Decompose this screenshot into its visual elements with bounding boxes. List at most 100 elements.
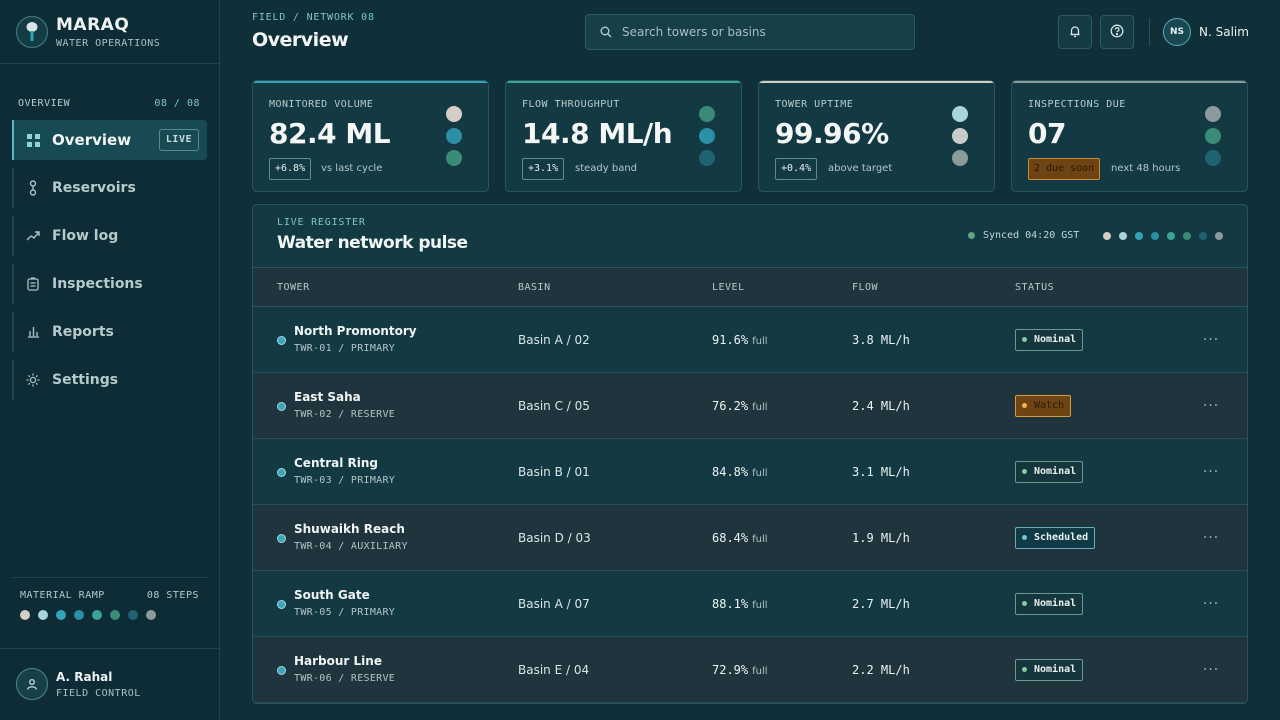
level-unit: full	[752, 534, 768, 545]
breadcrumb: FIELD / NETWORK 08	[252, 12, 375, 23]
flow-cell: 2.7 ML/h	[852, 597, 910, 611]
column-header-basin[interactable]: BASIN	[518, 282, 551, 293]
kpi-dot	[446, 106, 462, 122]
kpi-dot	[1205, 150, 1221, 166]
flow-cell: 2.4 ML/h	[852, 399, 910, 413]
row-more-button[interactable]: ···	[1199, 328, 1223, 352]
kpi-dot	[446, 128, 462, 144]
level-value: 88.1%	[712, 597, 749, 611]
kpi-dot	[952, 150, 968, 166]
row-more-button[interactable]: ···	[1199, 592, 1223, 616]
row-more-button[interactable]: ···	[1199, 394, 1223, 418]
color-swatch	[146, 610, 156, 620]
kpi-dots	[1205, 106, 1221, 166]
kpi-accent-line	[506, 81, 741, 83]
material-ramp-label: MATERIAL RAMP	[20, 590, 105, 601]
table-row[interactable]: East Saha TWR-02 / RESERVE Basin C / 05 …	[253, 373, 1247, 439]
column-header-status[interactable]: STATUS	[1015, 282, 1054, 293]
table-row[interactable]: Shuwaikh Reach TWR-04 / AUXILIARY Basin …	[253, 505, 1247, 571]
column-header-flow[interactable]: FLOW	[852, 282, 878, 293]
sidebar-item-label: Overview	[52, 131, 132, 149]
kpi-accent-line	[759, 81, 994, 83]
kpi-dots	[699, 106, 715, 166]
sidebar-item-flow-log[interactable]: Flow log	[12, 216, 207, 256]
grid-icon	[26, 133, 40, 147]
tower-code: TWR-01 / PRIMARY	[294, 343, 396, 354]
kpi-card-inspections-due[interactable]: INSPECTIONS DUE 07 2 due soon next 48 ho…	[1011, 80, 1248, 192]
trend-icon	[26, 229, 40, 243]
kpi-card-tower-uptime[interactable]: TOWER UPTIME 99.96% +0.4% above target	[758, 80, 995, 192]
ramp-divider	[12, 577, 207, 578]
flow-cell: 1.9 ML/h	[852, 531, 910, 545]
more-horizontal-icon: ···	[1202, 398, 1220, 414]
table-row[interactable]: Central Ring TWR-03 / PRIMARY Basin B / …	[253, 439, 1247, 505]
sidebar-item-reservoirs[interactable]: Reservoirs	[12, 168, 207, 208]
level-value: 91.6%	[712, 333, 749, 347]
kpi-dot	[699, 150, 715, 166]
kpi-accent-line	[253, 81, 488, 83]
sidebar-item-settings[interactable]: Settings	[12, 360, 207, 400]
brand[interactable]: MARAQ WATER OPERATIONS	[16, 14, 160, 50]
sidebar-nav: Overview LIVE Reservoirs Flow log Inspec…	[12, 120, 207, 408]
live-badge: LIVE	[158, 129, 199, 151]
row-more-button[interactable]: ···	[1199, 658, 1223, 682]
tower-name: North Promontory	[294, 324, 417, 338]
row-more-button[interactable]: ···	[1199, 526, 1223, 550]
sidebar-divider	[0, 63, 219, 64]
sidebar-item-overview[interactable]: Overview LIVE	[12, 120, 207, 160]
clipboard-icon	[26, 277, 40, 291]
tower-name: Shuwaikh Reach	[294, 522, 405, 536]
kpi-card-flow-throughput[interactable]: FLOW THROUGHPUT 14.8 ML/h +3.1% steady b…	[505, 80, 742, 192]
column-header-tower[interactable]: TOWER	[277, 282, 310, 293]
sidebar-item-reports[interactable]: Reports	[12, 312, 207, 352]
notifications-button[interactable]	[1058, 15, 1092, 49]
sidebar-item-inspections[interactable]: Inspections	[12, 264, 207, 304]
user-avatar-icon	[16, 668, 48, 700]
table-row[interactable]: South Gate TWR-05 / PRIMARY Basin A / 07…	[253, 571, 1247, 637]
level-unit: full	[752, 468, 768, 479]
brand-name: MARAQ	[56, 14, 130, 35]
header-user-menu[interactable]: NS N. Salim	[1163, 18, 1249, 46]
kpi-value: 82.4 ML	[269, 117, 391, 150]
status-badge: Nominal	[1015, 461, 1084, 483]
search-input[interactable]	[622, 25, 902, 39]
more-horizontal-icon: ···	[1202, 530, 1220, 546]
color-swatch	[1103, 232, 1111, 240]
color-swatch	[1215, 232, 1223, 240]
tower-code: TWR-06 / RESERVE	[294, 673, 396, 684]
kpi-dot	[952, 106, 968, 122]
kpi-value: 99.96%	[775, 117, 889, 150]
status-badge: Nominal	[1015, 659, 1084, 681]
kpi-dot	[699, 106, 715, 122]
table-row[interactable]: North Promontory TWR-01 / PRIMARY Basin …	[253, 307, 1247, 373]
kpi-delta-badge: +3.1%	[522, 158, 565, 180]
level-cell: 91.6% full	[712, 333, 768, 347]
register-swatches	[1103, 232, 1223, 240]
color-swatch	[92, 610, 102, 620]
help-button[interactable]	[1100, 15, 1134, 49]
kpi-dots	[446, 106, 462, 166]
header-avatar: NS	[1163, 18, 1191, 46]
kpi-dots	[952, 106, 968, 166]
color-swatch	[38, 610, 48, 620]
level-unit: full	[752, 600, 768, 611]
row-more-button[interactable]: ···	[1199, 460, 1223, 484]
nav-section-header: OVERVIEW 08 / 08	[18, 98, 200, 109]
flow-cell: 3.1 ML/h	[852, 465, 910, 479]
gear-icon	[26, 373, 40, 387]
kpi-dot	[446, 150, 462, 166]
level-cell: 72.9% full	[712, 663, 768, 677]
sync-dot-icon	[968, 232, 975, 239]
page-title: Overview	[252, 29, 349, 51]
kpi-due-soon-badge: 2 due soon	[1028, 158, 1101, 180]
kpi-card-monitored-volume[interactable]: MONITORED VOLUME 82.4 ML +6.8% vs last c…	[252, 80, 489, 192]
column-header-level[interactable]: LEVEL	[712, 282, 745, 293]
table-row[interactable]: Harbour Line TWR-06 / RESERVE Basin E / …	[253, 637, 1247, 703]
footer-user[interactable]: A. Rahal FIELD CONTROL	[16, 668, 141, 700]
kpi-accent-line	[1012, 81, 1247, 83]
kpi-label: FLOW THROUGHPUT	[522, 99, 620, 110]
level-unit: full	[752, 402, 768, 413]
search-bar[interactable]	[585, 14, 915, 50]
color-swatch	[20, 610, 30, 620]
kpi-value: 07	[1028, 117, 1066, 150]
